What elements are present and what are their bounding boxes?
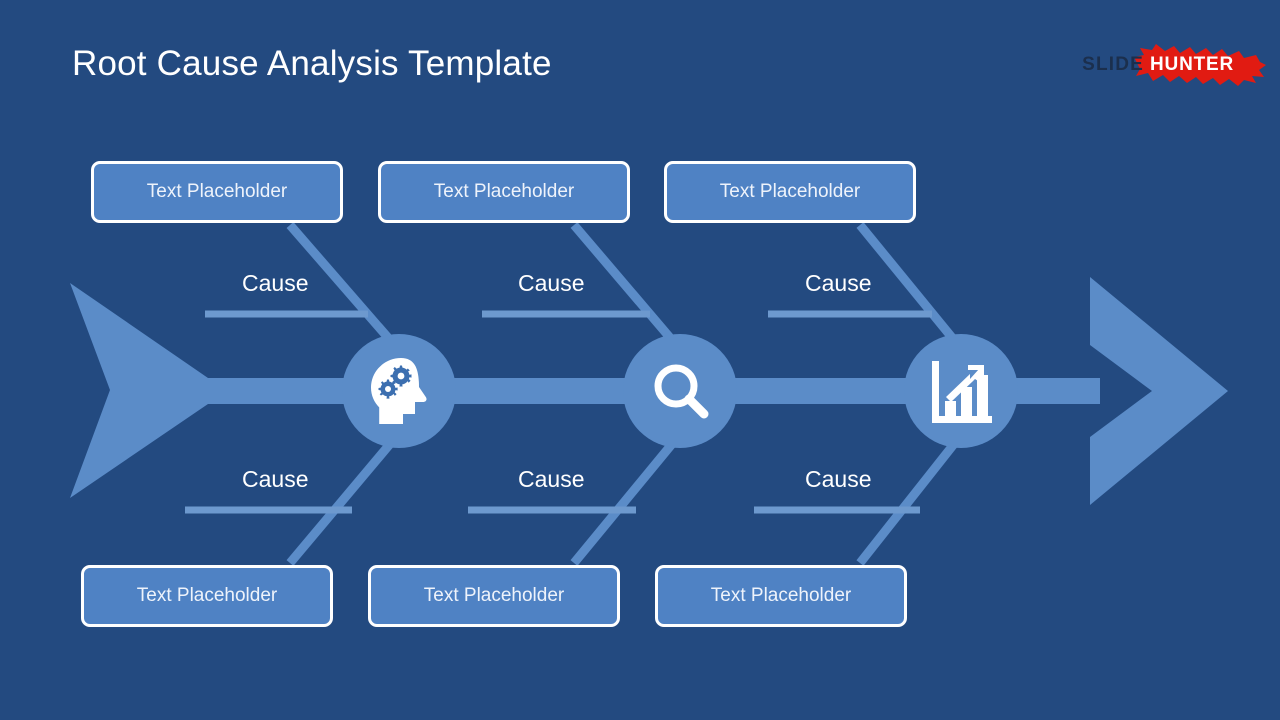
logo-word-hunter: HUNTER	[1150, 54, 1234, 75]
placeholder-box-top-1[interactable]: Text Placeholder	[91, 161, 343, 223]
placeholder-text: Text Placeholder	[136, 585, 278, 606]
logo-word-slide: SLIDE	[1082, 54, 1145, 75]
logo-splash-wrap: HUNTER	[1134, 44, 1267, 86]
bone-diagonal-bottom-3	[856, 441, 958, 566]
placeholder-text: Text Placeholder	[719, 181, 861, 202]
bone-diagonal-bottom-2	[570, 441, 676, 566]
cause-label-bottom-1: Cause	[242, 466, 309, 492]
placeholder-text: Text Placeholder	[433, 181, 575, 202]
arrow-head	[1090, 277, 1228, 505]
placeholder-box-bottom-2[interactable]: Text Placeholder	[368, 565, 620, 627]
placeholder-box-bottom-3[interactable]: Text Placeholder	[655, 565, 907, 627]
cause-label-top-1: Cause	[242, 270, 309, 296]
placeholder-box-bottom-1[interactable]: Text Placeholder	[81, 565, 333, 627]
cause-label-bottom-3: Cause	[805, 466, 872, 492]
cause-label-top-3: Cause	[805, 270, 872, 296]
placeholder-text: Text Placeholder	[146, 181, 288, 202]
placeholder-text: Text Placeholder	[710, 585, 852, 606]
placeholder-text: Text Placeholder	[423, 585, 565, 606]
bone-diagonal-top-3	[856, 222, 958, 343]
bone-diagonal-bottom-1	[286, 441, 394, 566]
node-circle-2[interactable]	[623, 334, 737, 448]
placeholder-box-top-3[interactable]: Text Placeholder	[664, 161, 916, 223]
placeholder-box-top-2[interactable]: Text Placeholder	[378, 161, 630, 223]
slide-canvas: Root Cause Analysis Template SLIDE HUNTE…	[0, 0, 1280, 720]
cause-label-bottom-2: Cause	[518, 466, 585, 492]
cause-label-top-2: Cause	[518, 270, 585, 296]
bone-diagonal-top-2	[570, 222, 676, 343]
